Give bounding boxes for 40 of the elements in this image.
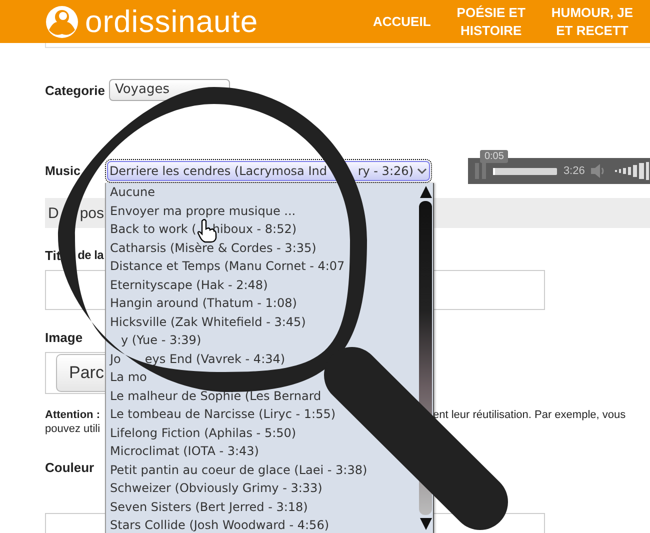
dropdown-option[interactable]: Petit pantin au coeur de glace (Laei - 3:38): [110, 460, 368, 479]
dropdown-option[interactable]: Back to work (: [110, 220, 196, 238]
dropdown-option[interactable]: Lifelong Fiction (Aphilas - 5:50): [110, 424, 296, 442]
notice-text: ent leur réutilisation. Par exemple, vous: [433, 408, 627, 422]
section-title: D: [48, 204, 59, 222]
dropdown-option[interactable]: hiboux - 8:52): [212, 220, 297, 238]
dropdown-option[interactable]: Le tombeau de Narcisse (Liryc - 1:55): [110, 405, 336, 424]
dropdown-option[interactable]: Aucune: [110, 183, 156, 202]
field-label: Tit: [45, 248, 61, 262]
chevron-down-icon: [417, 167, 428, 175]
scroll-down-icon[interactable]: [418, 517, 432, 531]
logo-icon: [45, 4, 79, 40]
dropdown-option[interactable]: eys End (Vavrek - 4:34): [144, 350, 286, 368]
progress-bar[interactable]: [493, 168, 558, 174]
dropdown-option[interactable]: Jo: [110, 350, 121, 368]
dropdown-option[interactable]: Hangin around (Thatum - 1:08): [110, 294, 297, 312]
dropdown-option[interactable]: Envoyer ma propre musique ...: [110, 202, 296, 220]
field-label: Categorie: [45, 82, 105, 98]
field-label: Image: [45, 330, 83, 344]
dropdown-option[interactable]: Hicksville (Zak Whitefield - 3:45): [110, 312, 306, 331]
time-tooltip: 0:05: [480, 150, 508, 163]
dropdown-option[interactable]: Catharsis (Misère & Cordes - 3:35): [110, 238, 316, 257]
music-select[interactable]: Derriere les cendres (Lacrymosa Ind ry - 3:26): [107, 161, 430, 181]
duration-text: 3:26: [563, 165, 585, 177]
notice-text: pouvez utili: [45, 423, 100, 435]
field-label: de la: [78, 248, 104, 262]
dropdown-option[interactable]: Stars Collide (Josh Woodward - 4:56): [110, 516, 330, 533]
dropdown-option[interactable]: Seven Sisters (Bert Jerred - 3:18): [110, 498, 308, 516]
dropdown-option[interactable]: Le malheur de Sophie (Les Bernard: [110, 386, 322, 405]
dropdown-option[interactable]: y (Yue - 3:39): [121, 331, 202, 350]
field-label: Couleur: [45, 460, 94, 475]
field-label: Music: [45, 164, 80, 178]
dropdown-option[interactable]: La mo: [110, 368, 147, 386]
attention-label: Attention :: [45, 409, 100, 421]
dropdown-option[interactable]: Microclimat (IOTA - 3:43): [110, 442, 259, 460]
dropdown-option[interactable]: Eternityscape (Hak - 2:48): [110, 276, 268, 294]
section-title: pos: [80, 204, 104, 222]
dropdown-option[interactable]: Schweizer (Obviously Grimy - 3:33): [110, 479, 322, 498]
dropdown-option[interactable]: Distance et Temps (Manu Cornet - 4:07: [110, 257, 345, 276]
volume-icon[interactable]: [614, 162, 649, 180]
